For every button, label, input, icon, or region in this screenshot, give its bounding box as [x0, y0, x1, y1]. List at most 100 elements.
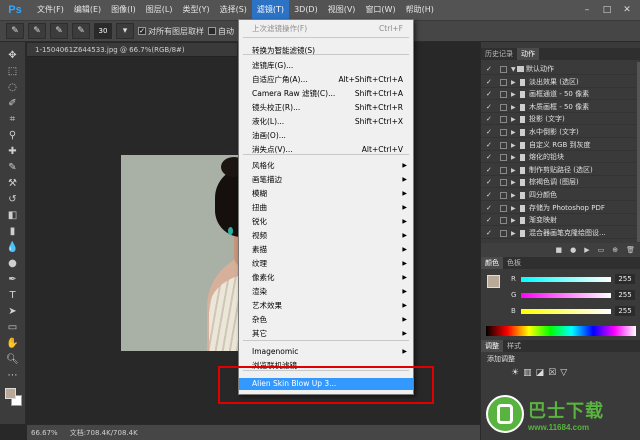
quick-select-tool-icon[interactable]: ✐ — [3, 96, 23, 111]
expand-right-icon[interactable]: ▶ — [511, 203, 516, 214]
auto-enhance-checkbox[interactable]: 自动 — [208, 26, 234, 37]
filter-menu-item[interactable]: 杂色 ▶ — [239, 314, 413, 326]
gradient-tool-icon[interactable]: ▮ — [3, 224, 23, 239]
expand-right-icon[interactable]: ▶ — [511, 102, 516, 113]
eraser-tool-icon[interactable]: ◧ — [3, 208, 23, 223]
expand-right-icon[interactable]: ▶ — [511, 165, 516, 176]
curves-icon[interactable]: ◪ — [536, 368, 545, 378]
toggle-check-icon[interactable]: ✓ — [486, 140, 492, 151]
tab-adjustments[interactable]: 调整 — [481, 340, 503, 352]
expand-right-icon[interactable]: ▶ — [511, 127, 516, 138]
filter-menu-item[interactable]: 其它 ▶ — [239, 328, 413, 340]
brush-mode-icon-2[interactable]: ✎ — [50, 23, 68, 39]
new-set-icon[interactable]: ▭ — [598, 246, 605, 254]
filter-menu-item[interactable]: 消失点(V)... Alt+Ctrl+V — [239, 144, 413, 156]
toggle-check-icon[interactable]: ✓ — [486, 165, 492, 176]
action-row[interactable]: ✓ ▶ 投影 (文字) — [481, 114, 636, 126]
action-row[interactable]: ✓ ▶ 混合器画笔克隆绘图设... — [481, 228, 636, 239]
filter-menu-item[interactable]: 风格化 ▶ — [239, 160, 413, 172]
maximize-icon[interactable]: □ — [600, 3, 614, 17]
brush-mode-icon[interactable]: ✎ — [28, 23, 46, 39]
red-value[interactable]: 255 — [615, 274, 635, 284]
toggle-check-icon[interactable]: ✓ — [486, 228, 492, 239]
red-slider-track[interactable] — [521, 277, 611, 282]
action-row[interactable]: ✓ ▶ 淡出效果 (选区) — [481, 77, 636, 88]
menu-select[interactable]: 选择(S) — [215, 0, 252, 20]
document-tab[interactable]: 1-1504061Z644533.jpg @ 66.7%(RGB/8#) — [27, 43, 237, 57]
menu-type[interactable]: 类型(Y) — [177, 0, 214, 20]
green-slider[interactable]: G 255 — [511, 290, 637, 304]
dialog-toggle-box[interactable] — [500, 179, 507, 187]
dialog-toggle-box[interactable] — [500, 154, 507, 162]
filter-menu-item[interactable]: 液化(L)... Shift+Ctrl+X — [239, 116, 413, 128]
filter-menu-item[interactable]: 艺术效果 ▶ — [239, 300, 413, 312]
action-row[interactable]: ✓ ▶ 熔化的铅块 — [481, 152, 636, 164]
blue-value[interactable]: 255 — [615, 306, 635, 316]
color-spectrum[interactable] — [486, 326, 636, 336]
action-row[interactable]: ✓ ▼ 默认动作 — [481, 64, 636, 75]
toggle-check-icon[interactable]: ✓ — [486, 190, 492, 201]
action-row[interactable]: ✓ ▶ 制作剪贴路径 (选区) — [481, 165, 636, 176]
type-tool-icon[interactable]: T — [3, 288, 23, 303]
action-row[interactable]: ✓ ▶ 自定义 RGB 到灰度 — [481, 140, 636, 151]
tab-styles[interactable]: 样式 — [503, 340, 525, 352]
expand-right-icon[interactable]: ▶ — [511, 77, 516, 88]
filter-menu-item[interactable]: 锐化 ▶ — [239, 216, 413, 228]
menu-help[interactable]: 帮助(H) — [401, 0, 439, 20]
healing-brush-tool-icon[interactable]: ✚ — [3, 144, 23, 159]
blue-slider-track[interactable] — [521, 309, 611, 314]
menu-edit[interactable]: 编辑(E) — [69, 0, 106, 20]
dialog-toggle-box[interactable] — [500, 192, 507, 199]
brush-mode-icon-3[interactable]: ✎ — [72, 23, 90, 39]
tab-actions[interactable]: 动作 — [517, 48, 539, 60]
toggle-check-icon[interactable]: ✓ — [486, 114, 492, 125]
tab-swatches[interactable]: 色板 — [503, 257, 525, 269]
dialog-toggle-box[interactable] — [500, 141, 507, 149]
dialog-toggle-box[interactable] — [500, 129, 507, 136]
green-slider-track[interactable] — [521, 293, 611, 298]
dialog-toggle-box[interactable] — [500, 204, 507, 212]
toggle-check-icon[interactable]: ✓ — [486, 102, 492, 113]
levels-icon[interactable]: ▥ — [523, 368, 532, 378]
dialog-toggle-box[interactable] — [500, 103, 507, 111]
eyedropper-tool-icon[interactable]: ⚲ — [3, 128, 23, 143]
action-row[interactable]: ✓ ▶ 四分颜色 — [481, 190, 636, 201]
filter-menu-item[interactable]: 镜头校正(R)... Shift+Ctrl+R — [239, 102, 413, 114]
menu-3d[interactable]: 3D(D) — [289, 0, 323, 20]
dodge-tool-icon[interactable]: ● — [3, 256, 23, 271]
action-row[interactable]: ✓ ▶ 渐变映射 — [481, 215, 636, 227]
menu-file[interactable]: 文件(F) — [32, 0, 69, 20]
dialog-toggle-box[interactable] — [500, 78, 507, 86]
rectangle-tool-icon[interactable]: ▭ — [3, 320, 23, 335]
dialog-toggle-box[interactable] — [500, 166, 507, 174]
hand-tool-icon[interactable]: ✋ — [3, 336, 23, 351]
stop-icon[interactable]: ■ — [555, 246, 562, 254]
brightness-icon[interactable]: ☀ — [511, 368, 519, 378]
filter-menu-item[interactable]: 画笔描边 ▶ — [239, 174, 413, 186]
filter-menu-item[interactable]: 像素化 ▶ — [239, 272, 413, 284]
expand-right-icon[interactable]: ▶ — [511, 228, 516, 239]
foreground-color-swatch[interactable] — [4, 388, 16, 399]
path-select-tool-icon[interactable]: ➤ — [3, 304, 23, 319]
filter-menu-item[interactable]: 素描 ▶ — [239, 244, 413, 256]
menu-filter[interactable]: 滤镜(T) — [251, 0, 290, 20]
filter-menu-item[interactable]: 自适应广角(A)... Alt+Shift+Ctrl+A — [239, 74, 413, 86]
filter-menu-item[interactable]: 转换为智能滤镜(S) — [239, 45, 413, 57]
red-slider[interactable]: R 255 — [511, 274, 637, 288]
record-icon[interactable]: ● — [570, 246, 576, 254]
toggle-check-icon[interactable]: ✓ — [486, 177, 492, 188]
pen-tool-icon[interactable]: ✒ — [3, 272, 23, 287]
expand-right-icon[interactable]: ▶ — [511, 89, 516, 100]
color-swatches[interactable] — [3, 386, 23, 408]
minimize-icon[interactable]: – — [580, 3, 594, 17]
expand-right-icon[interactable]: ▶ — [511, 190, 516, 201]
filter-menu-item[interactable]: 渲染 ▶ — [239, 286, 413, 298]
filter-menu-item[interactable]: 滤镜库(G)... — [239, 60, 413, 72]
menu-view[interactable]: 视图(V) — [323, 0, 361, 20]
filter-menu-item[interactable]: 视频 ▶ — [239, 230, 413, 242]
filter-menu-item[interactable]: 扭曲 ▶ — [239, 202, 413, 214]
brush-preset-icon[interactable]: ▾ — [116, 23, 134, 39]
toggle-check-icon[interactable]: ✓ — [486, 77, 492, 88]
menu-image[interactable]: 图像(I) — [106, 0, 141, 20]
menu-layer[interactable]: 图层(L) — [141, 0, 178, 20]
